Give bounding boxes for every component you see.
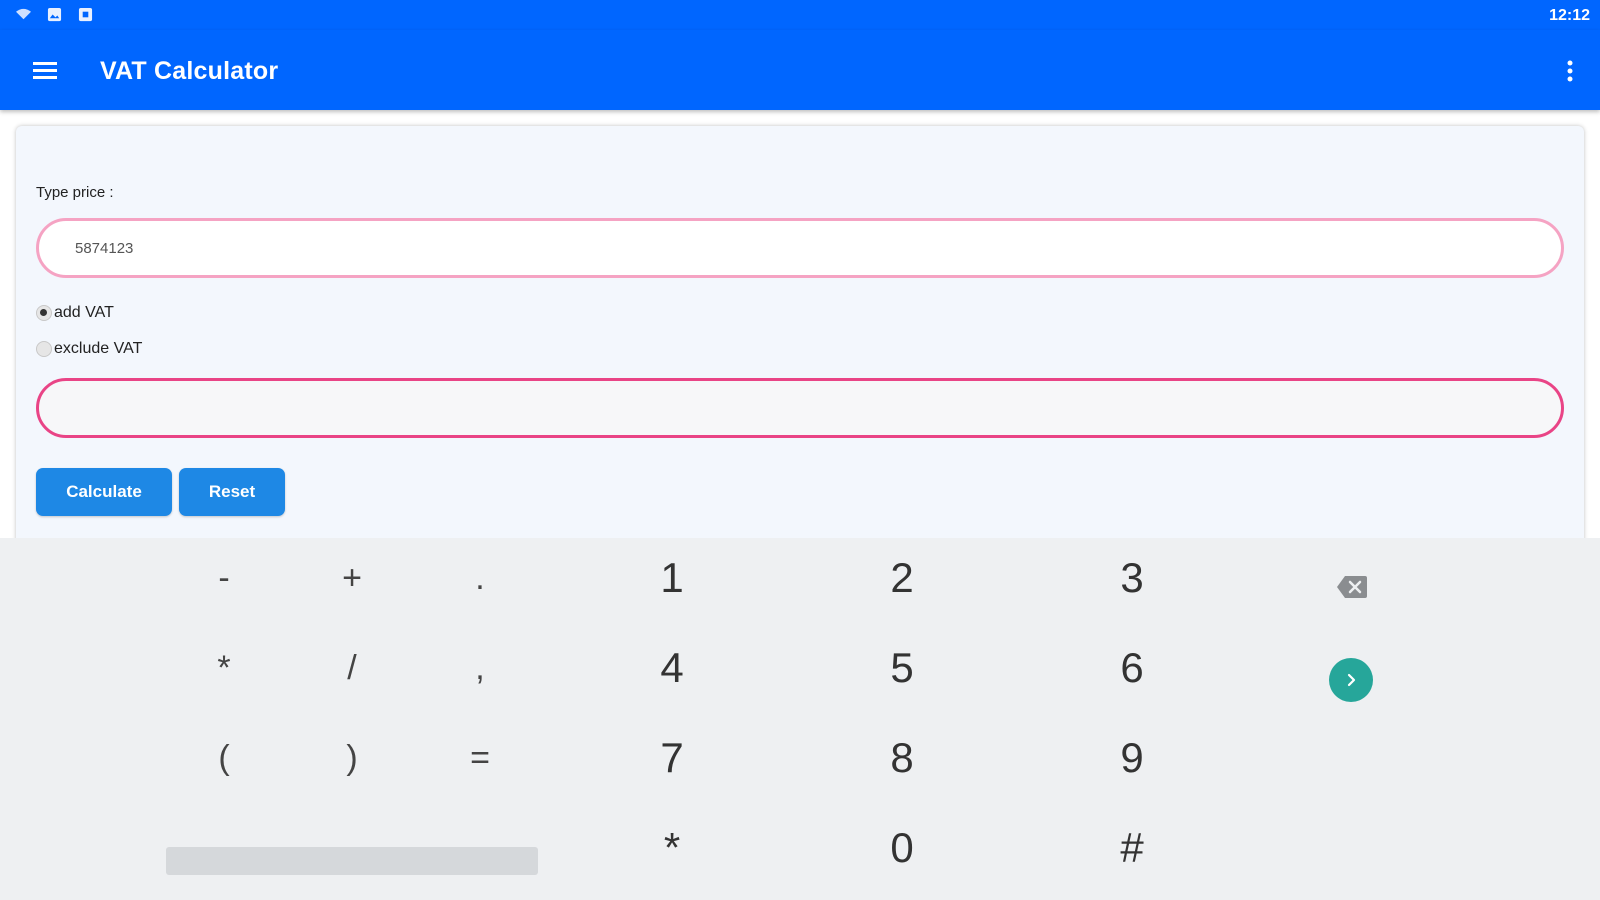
key-4[interactable]: 4: [627, 628, 717, 708]
page-title: VAT Calculator: [100, 57, 279, 85]
numeric-keyboard: - + . 1 2 3 * / , 4 5 6 ( ) = 7 8 9 * 0 …: [0, 538, 1600, 900]
key-period[interactable]: .: [435, 538, 525, 618]
hamburger-menu-icon[interactable]: [30, 56, 60, 86]
key-close-paren[interactable]: ): [307, 718, 397, 798]
radio-add-vat-label: add VAT: [54, 304, 114, 321]
key-star[interactable]: *: [627, 808, 717, 888]
radio-add-vat-indicator[interactable]: [36, 305, 52, 321]
notification-icon: [78, 7, 93, 22]
key-open-paren[interactable]: (: [179, 718, 269, 798]
go-button[interactable]: [1329, 658, 1373, 702]
app-bar: VAT Calculator: [0, 30, 1600, 110]
key-slash[interactable]: /: [307, 628, 397, 708]
radio-exclude-vat-label: exclude VAT: [54, 340, 143, 357]
status-icons: [16, 7, 93, 22]
key-equals[interactable]: =: [435, 718, 525, 798]
key-5[interactable]: 5: [857, 628, 947, 708]
image-icon: [47, 7, 62, 22]
more-vert-icon[interactable]: [1560, 56, 1580, 86]
key-asterisk[interactable]: *: [179, 628, 269, 708]
radio-add-vat[interactable]: add VAT: [36, 304, 114, 322]
space-key[interactable]: [166, 847, 538, 875]
key-comma[interactable]: ,: [435, 628, 525, 708]
key-6[interactable]: 6: [1087, 628, 1177, 708]
status-time: 12:12: [1549, 7, 1590, 24]
price-input[interactable]: [36, 218, 1564, 278]
key-plus[interactable]: +: [307, 538, 397, 618]
key-minus[interactable]: -: [179, 538, 269, 618]
status-bar: 12:12: [0, 0, 1600, 30]
key-0[interactable]: 0: [857, 808, 947, 888]
key-9[interactable]: 9: [1087, 718, 1177, 798]
key-hash[interactable]: #: [1087, 808, 1177, 888]
key-1[interactable]: 1: [627, 538, 717, 618]
wifi-icon: [16, 8, 31, 20]
key-7[interactable]: 7: [627, 718, 717, 798]
key-8[interactable]: 8: [857, 718, 947, 798]
radio-exclude-vat-indicator[interactable]: [36, 341, 52, 357]
calculator-card: Type price : add VAT exclude VAT Calcula…: [16, 126, 1584, 546]
radio-exclude-vat[interactable]: exclude VAT: [36, 340, 142, 358]
price-label: Type price :: [36, 184, 114, 201]
backspace-icon[interactable]: [1336, 574, 1368, 600]
chevron-right-icon: [1347, 673, 1356, 687]
key-2[interactable]: 2: [857, 538, 947, 618]
reset-button[interactable]: Reset: [179, 468, 285, 516]
calculate-button[interactable]: Calculate: [36, 468, 172, 516]
key-3[interactable]: 3: [1087, 538, 1177, 618]
result-field[interactable]: [36, 378, 1564, 438]
